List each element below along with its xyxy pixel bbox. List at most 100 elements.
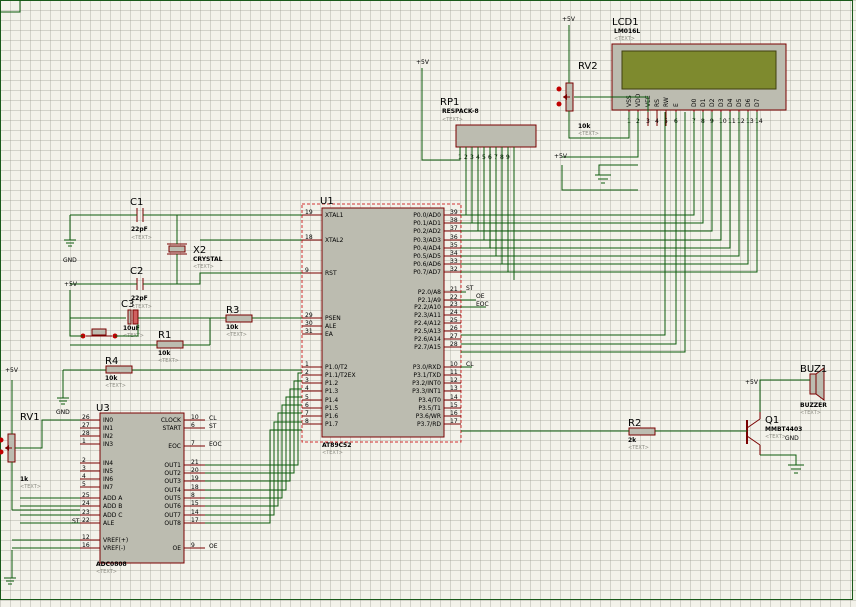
r3-resistor[interactable]: R3 10k <TEXT> bbox=[225, 305, 253, 338]
pin-name: P1.5 bbox=[325, 405, 338, 412]
buz1-buzzer[interactable]: BUZ1 BUZZER <TEXT> bbox=[800, 364, 827, 416]
pin-name: D4 bbox=[727, 98, 734, 107]
pin-name: P3.4/T0 bbox=[418, 397, 441, 404]
pin-number: 3 bbox=[305, 377, 309, 384]
pin-name: XTAL2 bbox=[325, 237, 344, 244]
r4-resistor[interactable]: R4 10k <TEXT> bbox=[105, 356, 133, 389]
net-label: EOC bbox=[209, 441, 222, 448]
net-label: CL bbox=[209, 415, 217, 422]
pin-name: P0.1/AD1 bbox=[413, 220, 441, 227]
u3-ref: U3 bbox=[96, 403, 110, 414]
pin-number: 37 bbox=[450, 225, 458, 232]
pin-number: 27 bbox=[82, 422, 90, 429]
rp1-part: RESPACK-8 bbox=[442, 108, 479, 115]
pin-name: XTAL1 bbox=[325, 212, 344, 219]
r1-value: 10k bbox=[158, 350, 171, 357]
pin-number: 19 bbox=[305, 209, 313, 216]
pin-name: RS bbox=[654, 99, 661, 107]
pin-number: 13 bbox=[450, 385, 458, 392]
gnd-label-r4: GND bbox=[56, 409, 70, 416]
pin-name: ALE bbox=[103, 520, 114, 527]
x2-part: CRYSTAL bbox=[193, 256, 223, 263]
r1-ref: R1 bbox=[158, 330, 171, 341]
pin-name: ADD C bbox=[103, 512, 122, 519]
c2-ref: C2 bbox=[130, 266, 143, 277]
pin-number: 4 bbox=[655, 118, 659, 125]
pin-number: 24 bbox=[450, 309, 458, 316]
pin-name: P2.7/A15 bbox=[414, 344, 441, 351]
pin-number: 20 bbox=[191, 467, 199, 474]
pin-name: D1 bbox=[700, 98, 707, 107]
net-oe-u1: OE bbox=[476, 293, 485, 300]
pin-name: P0.6/AD6 bbox=[413, 261, 441, 268]
gnd-label-q1: GND bbox=[785, 435, 799, 442]
pin-number: 4 bbox=[82, 473, 86, 480]
rv1-value: 1k bbox=[20, 476, 29, 483]
pin-number: 18 bbox=[305, 234, 313, 241]
pin-number: 6 bbox=[191, 422, 195, 429]
pin-name: ADD A bbox=[103, 495, 123, 502]
gnd-label-crystal: GND bbox=[63, 257, 77, 264]
pin-number: 24 bbox=[82, 500, 90, 507]
pin-name: VDD bbox=[635, 93, 642, 107]
q1-transistor[interactable]: Q1 MMBT4403 <TEXT> bbox=[746, 412, 802, 455]
net-st-u3-ale: ST bbox=[72, 518, 80, 525]
pin-name: P0.5/AD5 bbox=[413, 253, 441, 260]
r1-resistor[interactable]: R1 10k <TEXT> bbox=[156, 330, 184, 364]
pin-number: 17 bbox=[191, 517, 199, 524]
pin-number: 25 bbox=[450, 317, 458, 324]
pin-name: P3.5/T1 bbox=[418, 405, 441, 412]
lcd1-text: <TEXT> bbox=[614, 36, 635, 42]
pin-name: ALE bbox=[325, 323, 336, 330]
pin-number: 29 bbox=[305, 312, 313, 319]
pin-number: 9 bbox=[305, 267, 309, 274]
pin-name: VREF(-) bbox=[103, 545, 125, 552]
pin-name: P1.2 bbox=[325, 380, 338, 387]
pin-name: D3 bbox=[718, 98, 725, 107]
lcd1-pin-rw[interactable]: 5RW bbox=[663, 97, 670, 126]
c1-capacitor[interactable]: C1 22pF <TEXT> bbox=[130, 197, 152, 241]
rv2-value: 10k bbox=[578, 123, 591, 130]
r2-resistor[interactable]: R2 2k <TEXT> bbox=[628, 418, 656, 451]
pin-name: P0.3/AD3 bbox=[413, 237, 441, 244]
pin-number: 14 bbox=[755, 118, 763, 125]
pin-name: P2.5/A13 bbox=[414, 328, 441, 335]
pin-number: 30 bbox=[305, 320, 313, 327]
rp1-resistor-pack[interactable]: RP1 RESPACK-8 <TEXT> bbox=[440, 97, 537, 148]
pin-number: 28 bbox=[82, 430, 90, 437]
pin-name: P3.0/RXD bbox=[413, 364, 441, 371]
rv1-potentiometer[interactable]: RV1 1k <TEXT> bbox=[0, 412, 41, 490]
pin-number: 16 bbox=[82, 542, 90, 549]
pin-name: P3.3/INT1 bbox=[412, 388, 441, 395]
rp1-text: <TEXT> bbox=[442, 117, 463, 123]
pin-number: 16 bbox=[450, 410, 458, 417]
pin-number: 21 bbox=[191, 459, 199, 466]
pin-name: P3.7/RD bbox=[417, 421, 441, 428]
pin-number: 3 bbox=[82, 465, 86, 472]
pin-name: P1.0/T2 bbox=[325, 364, 348, 371]
x2-crystal[interactable]: X2 CRYSTAL <TEXT> bbox=[167, 243, 223, 270]
net-label: OE bbox=[209, 543, 218, 550]
pin-name: IN1 bbox=[103, 425, 113, 432]
c1-ref: C1 bbox=[130, 197, 143, 208]
pin-name: D5 bbox=[736, 98, 743, 107]
pin-name: P1.4 bbox=[325, 397, 338, 404]
pin-number: 22 bbox=[82, 517, 90, 524]
net-eoc-u1: EOC bbox=[476, 301, 489, 308]
pin-number: 32 bbox=[450, 266, 458, 273]
pin-number: 39 bbox=[450, 209, 458, 216]
lcd1-part: LM016L bbox=[614, 28, 640, 35]
vcc-label-rv2: +5V bbox=[562, 16, 576, 23]
pin-name: P1.3 bbox=[325, 388, 338, 395]
pin-name: IN0 bbox=[103, 417, 113, 424]
pin-number: 5 bbox=[305, 394, 309, 401]
lcd1-pin-rs[interactable]: 4 RS bbox=[654, 99, 661, 126]
pin-number: 25 bbox=[82, 492, 90, 499]
rv2-potentiometer[interactable]: RV2 10k <TEXT> bbox=[556, 61, 599, 137]
pin-name: P2.1/A9 bbox=[418, 297, 441, 304]
r2-ref: R2 bbox=[628, 418, 641, 429]
reset-pushbutton[interactable] bbox=[80, 328, 118, 339]
pin-name: EOC bbox=[168, 443, 181, 450]
buz1-text: <TEXT> bbox=[800, 410, 821, 416]
pin-number: 10 bbox=[450, 361, 458, 368]
